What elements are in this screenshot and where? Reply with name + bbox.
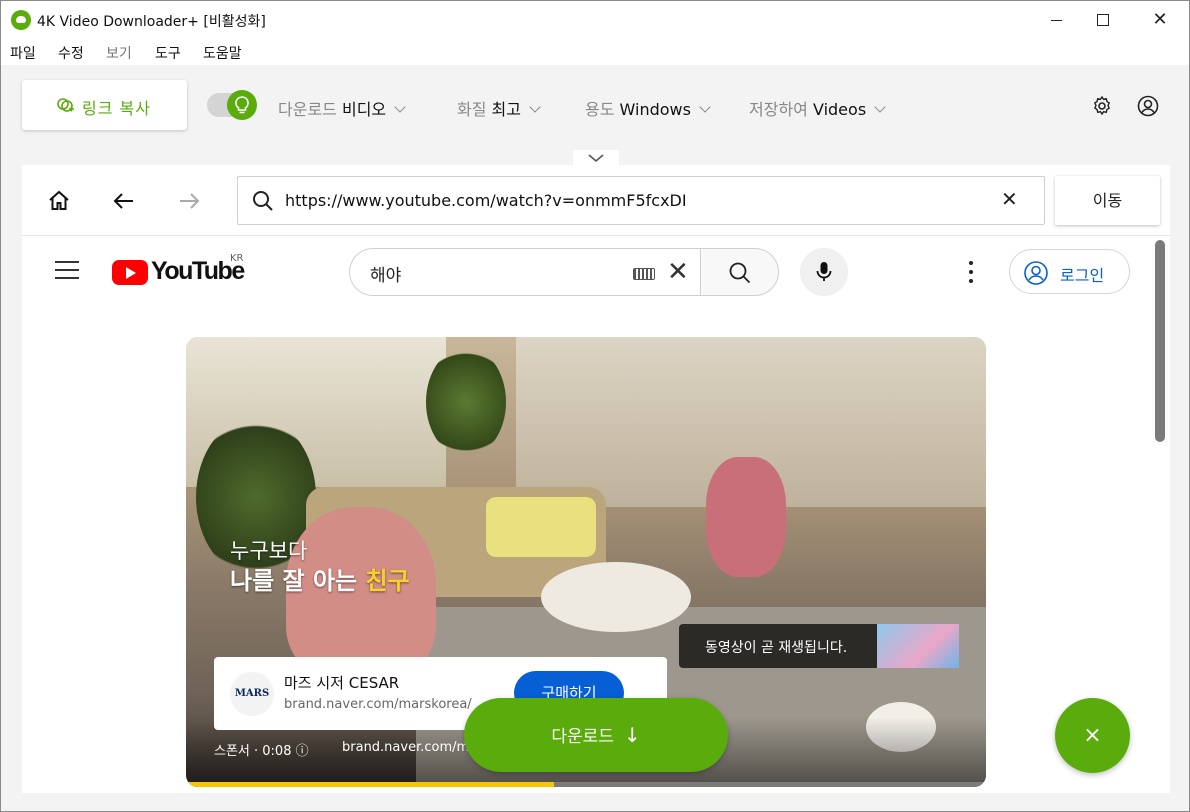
video-progress-bar[interactable] xyxy=(186,782,986,787)
download-button[interactable]: 다운로드 ↓ xyxy=(464,698,728,772)
purpose-dropdown[interactable]: 용도 Windows xyxy=(585,96,711,120)
youtube-login-button[interactable]: 로그인 xyxy=(1009,249,1130,294)
download-type-prefix: 다운로드 xyxy=(278,100,337,119)
more-options-icon[interactable] xyxy=(969,261,975,283)
home-icon[interactable] xyxy=(46,188,72,214)
ad-headline-highlight: 친구 xyxy=(365,567,410,595)
url-text: https://www.youtube.com/watch?v=onmmF5fc… xyxy=(285,191,687,210)
go-button[interactable]: 이동 xyxy=(1055,176,1160,225)
chevron-down-icon xyxy=(394,101,406,113)
up-next-thumbnail xyxy=(877,624,959,668)
video-scene-person xyxy=(706,457,786,577)
up-next-text: 동영상이 곧 재생됩니다. xyxy=(705,640,848,656)
window-title: 4K Video Downloader+ [비활성화] xyxy=(37,14,266,30)
clear-url-icon[interactable]: ✕ xyxy=(1001,187,1018,211)
user-icon xyxy=(1024,261,1048,285)
paste-link-label: 링크 복사 xyxy=(82,99,151,118)
download-button-label: 다운로드 xyxy=(551,727,614,747)
menu-bar: 파일 수정 보기 도구 도움말 xyxy=(1,39,1189,65)
download-type-dropdown[interactable]: 다운로드 비디오 xyxy=(278,96,406,120)
menu-view[interactable]: 보기 xyxy=(106,43,132,63)
link-plus-icon xyxy=(57,98,74,112)
browser-nav-bar: https://www.youtube.com/watch?v=onmmF5fc… xyxy=(22,165,1170,236)
microphone-icon xyxy=(816,262,832,281)
save-location-dropdown[interactable]: 저장하여 Videos xyxy=(749,96,886,120)
url-field[interactable]: https://www.youtube.com/watch?v=onmmF5fc… xyxy=(237,176,1045,225)
toolbar: 링크 복사 다운로드 비디오 화질 최고 용도 Windows 저장하여 Vid… xyxy=(1,65,1189,149)
video-scene-cushion xyxy=(486,497,596,557)
chevron-down-icon xyxy=(699,101,711,113)
youtube-search-input[interactable]: 해야 ✕ xyxy=(349,248,700,296)
advertiser-logo: MARS xyxy=(230,672,274,716)
smart-mode-toggle[interactable] xyxy=(207,90,257,120)
video-progress-fill xyxy=(186,782,554,787)
purpose-value: Windows xyxy=(619,100,691,119)
app-logo-icon xyxy=(11,10,31,30)
quality-value: 최고 xyxy=(491,100,521,119)
clear-search-icon[interactable]: ✕ xyxy=(667,257,689,287)
login-label: 로그인 xyxy=(1060,266,1105,285)
download-arrow-icon: ↓ xyxy=(623,723,641,747)
lightbulb-icon xyxy=(235,96,249,114)
chevron-down-icon xyxy=(529,101,541,113)
search-icon xyxy=(253,191,273,211)
search-icon xyxy=(729,262,751,284)
voice-search-button[interactable] xyxy=(800,248,848,296)
app-window: 4K Video Downloader+ [비활성화] ✕ 파일 수정 보기 도… xyxy=(0,0,1190,812)
sponsor-url[interactable]: brand.naver.com/m xyxy=(342,740,469,755)
hamburger-menu-icon[interactable] xyxy=(55,261,79,281)
close-window-button[interactable]: ✕ xyxy=(1137,1,1183,39)
advertiser-name: 마즈 시저 CESAR xyxy=(284,674,400,692)
youtube-play-icon[interactable] xyxy=(112,260,148,285)
chevron-down-icon xyxy=(874,101,886,113)
ad-headline-text: 나를 잘 아는 xyxy=(230,567,366,595)
forward-arrow-icon[interactable] xyxy=(176,188,202,214)
quality-prefix: 화질 xyxy=(457,100,487,119)
sponsor-label: 스폰서 · 0:08 ⓘ xyxy=(214,744,309,759)
maximize-button[interactable] xyxy=(1079,1,1125,39)
up-next-banner[interactable]: 동영상이 곧 재생됩니다. xyxy=(679,624,959,668)
browser-scrollbar[interactable] xyxy=(1155,240,1165,442)
save-location-prefix: 저장하여 xyxy=(749,100,808,119)
save-location-value: Videos xyxy=(812,100,867,119)
advertiser-domain: brand.naver.com/marskorea/ xyxy=(284,697,472,712)
search-query: 해야 xyxy=(370,266,402,286)
gear-icon[interactable] xyxy=(1091,95,1113,117)
purpose-prefix: 용도 xyxy=(585,100,615,119)
quality-dropdown[interactable]: 화질 최고 xyxy=(457,96,541,120)
menu-help[interactable]: 도움말 xyxy=(203,43,242,63)
menu-tools[interactable]: 도구 xyxy=(155,43,181,63)
back-arrow-icon[interactable] xyxy=(111,188,137,214)
paste-link-button[interactable]: 링크 복사 xyxy=(22,80,187,130)
collapse-toolbar-button[interactable] xyxy=(573,150,619,166)
keyboard-icon[interactable] xyxy=(633,268,655,280)
video-scene-table xyxy=(541,562,691,632)
region-label: KR xyxy=(230,253,244,264)
download-type-value: 비디오 xyxy=(341,100,387,119)
account-icon[interactable] xyxy=(1137,95,1159,117)
minimize-button[interactable] xyxy=(1033,1,1079,39)
menu-file[interactable]: 파일 xyxy=(10,43,36,63)
video-scene-plant xyxy=(426,347,506,457)
chevron-down-icon xyxy=(588,154,604,163)
menu-edit[interactable]: 수정 xyxy=(58,43,84,63)
ad-headline-line2: 나를 잘 아는 친구 xyxy=(230,561,410,596)
youtube-search-button[interactable] xyxy=(700,248,779,296)
title-bar: 4K Video Downloader+ [비활성화] ✕ xyxy=(1,1,1189,39)
close-browser-button[interactable]: × xyxy=(1055,698,1130,773)
